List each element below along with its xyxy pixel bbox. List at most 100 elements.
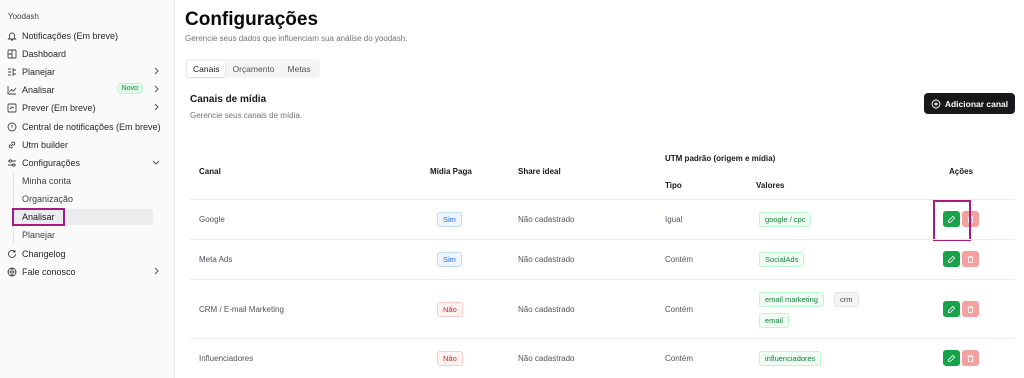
row-divider	[190, 279, 1015, 280]
col-header-canal: Canal	[199, 167, 221, 176]
highlight-box	[12, 208, 65, 226]
refresh-icon	[7, 249, 17, 259]
sidebar-item-label: Configurações	[22, 157, 81, 168]
cell-tipo: Igual	[665, 215, 683, 224]
cell-share: Não cadastrado	[518, 215, 575, 224]
cell-tipo: Contém	[665, 305, 694, 314]
forecast-icon	[7, 103, 17, 113]
chevron-down-icon	[151, 157, 161, 167]
sidebar-item-prever[interactable]: Prever (Em breve)	[4, 99, 167, 116]
chevron-right-icon	[151, 84, 161, 94]
pencil-icon	[947, 354, 956, 362]
sidebar-item-label: Prever (Em breve)	[22, 102, 96, 113]
col-header-acoes: Ações	[949, 167, 974, 176]
utm-value-tag: google / cpc	[759, 212, 812, 227]
trash-icon	[967, 305, 974, 313]
sidebar-item-label: Planejar	[22, 66, 56, 77]
pencil-icon	[947, 305, 956, 313]
sidebar-item-fale-conosco[interactable]: Fale conosco	[4, 263, 167, 280]
cell-tipo: Contém	[665, 354, 694, 363]
tab-metas[interactable]: Metas	[282, 61, 317, 77]
cell-canal: Meta Ads	[199, 255, 233, 264]
paid-media-badge: Sim	[437, 252, 462, 267]
sidebar-item-planejar[interactable]: Planejar	[4, 63, 167, 80]
delete-button[interactable]	[962, 350, 979, 366]
alert-circle-icon	[7, 122, 17, 132]
cell-share: Não cadastrado	[518, 305, 575, 314]
sidebar-item-changelog[interactable]: Changelog	[4, 245, 167, 262]
paid-media-badge: Não	[437, 351, 463, 366]
utm-value-tag: email marketing	[759, 292, 824, 307]
sidebar-item-central-notificacoes[interactable]: Central de notificações (Em breve)	[4, 118, 167, 135]
sidebar-item-utm-builder[interactable]: Utm builder	[4, 136, 167, 153]
tabs: Canais Orçamento Metas	[185, 59, 320, 78]
sidebar: Yoodash Notificações (Em breve) Dashboar…	[0, 0, 175, 378]
col-header-midia-paga: Mídia Paga	[430, 167, 472, 176]
sidebar-item-label: Dashboard	[22, 48, 67, 59]
cell-canal: CRM / E-mail Marketing	[199, 305, 284, 314]
sidebar-item-configuracoes[interactable]: Configurações	[4, 154, 167, 171]
sidebar-item-notificacoes[interactable]: Notificações (Em breve)	[4, 27, 167, 44]
sidebar-item-label: Changelog	[22, 248, 66, 259]
add-channel-label: Adicionar canal	[944, 98, 1009, 109]
cell-tipo: Contém	[665, 255, 694, 264]
sidebar-item-label: Analisar	[22, 84, 55, 95]
edit-button[interactable]	[943, 301, 960, 317]
delete-button[interactable]	[962, 301, 979, 317]
cell-share: Não cadastrado	[518, 255, 575, 264]
sidebar-subitem-planejar[interactable]: Planejar	[12, 227, 153, 243]
new-badge: Novo	[116, 83, 143, 94]
utm-value-tag: crm	[834, 292, 859, 307]
card-subtitle: Gerencie seus canais de mídia.	[190, 111, 303, 120]
row-divider	[190, 199, 1015, 200]
utm-value-tag: SocialAds	[759, 252, 805, 267]
sidebar-item-analisar[interactable]: Analisar Novo	[4, 81, 167, 98]
col-header-valores: Valores	[756, 181, 785, 190]
main-content: Configurações Gerencie seus dados que in…	[175, 0, 1024, 378]
col-header-tipo: Tipo	[665, 181, 682, 190]
paid-media-badge: Não	[437, 302, 463, 317]
sidebar-item-label: Notificações (Em breve)	[22, 30, 119, 41]
utm-value-tag: influenciadores	[759, 351, 822, 366]
card-title: Canais de mídia	[190, 94, 267, 105]
row-divider	[190, 239, 1015, 240]
page-title: Configurações	[185, 9, 319, 30]
chevron-right-icon	[151, 266, 161, 276]
add-channel-button[interactable]: Adicionar canal	[924, 93, 1015, 114]
sidebar-item-label: Central de notificações (Em breve)	[22, 121, 161, 132]
plus-circle-icon	[931, 99, 941, 109]
cell-canal: Google	[199, 215, 225, 224]
utm-value-tag: email	[759, 313, 789, 328]
edit-button[interactable]	[943, 251, 960, 267]
trash-icon	[967, 255, 974, 263]
chart-line-icon	[7, 85, 17, 95]
sidebar-item-label: Utm builder	[22, 139, 69, 150]
dashboard-icon	[7, 49, 17, 59]
brand-name: Yoodash	[8, 12, 39, 21]
bell-icon	[7, 31, 17, 41]
planner-icon	[7, 67, 17, 77]
sidebar-subitem-minha-conta[interactable]: Minha conta	[12, 173, 153, 189]
chevron-right-icon	[151, 66, 161, 76]
sidebar-item-label: Fale conosco	[22, 266, 76, 277]
chevron-right-icon	[151, 102, 161, 112]
page-subtitle: Gerencie seus dados que influenciam sua …	[185, 34, 408, 43]
tab-canais[interactable]: Canais	[187, 60, 226, 77]
trash-icon	[967, 354, 974, 362]
col-header-utm: UTM padrão (origem e mídia)	[665, 154, 776, 163]
globe-icon	[7, 267, 17, 277]
edit-button[interactable]	[943, 350, 960, 366]
sidebar-item-dashboard[interactable]: Dashboard	[4, 45, 167, 62]
tab-orcamento[interactable]: Orçamento	[226, 61, 280, 77]
pencil-icon	[947, 255, 956, 263]
row-divider	[190, 338, 1015, 339]
highlight-box	[933, 200, 971, 241]
paid-media-badge: Sim	[437, 212, 462, 227]
col-header-share-ideal: Share ideal	[518, 167, 561, 176]
sliders-icon	[7, 158, 17, 168]
cell-share: Não cadastrado	[518, 354, 575, 363]
sidebar-subitem-organizacao[interactable]: Organização	[12, 191, 153, 207]
cell-canal: Influenciadores	[199, 354, 254, 363]
link-icon	[7, 140, 17, 150]
delete-button[interactable]	[962, 251, 979, 267]
